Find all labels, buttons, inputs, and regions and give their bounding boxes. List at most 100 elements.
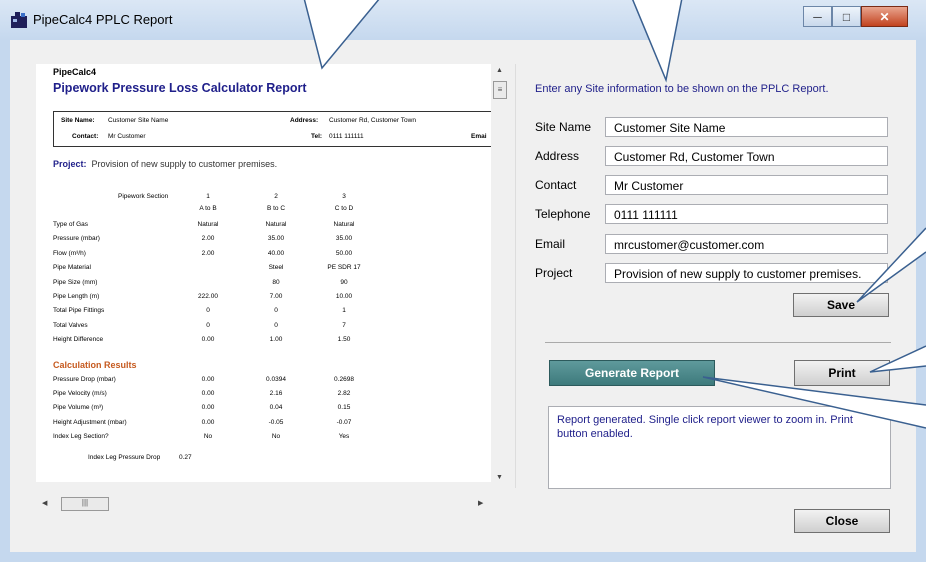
- report-index-leg-value: 0.27: [179, 454, 192, 461]
- address-field[interactable]: Customer Rd, Customer Town: [605, 146, 888, 166]
- close-window-button[interactable]: ✕: [861, 6, 908, 27]
- report-cell: 40.00: [267, 250, 285, 257]
- report-project: Project: Provision of new supply to cust…: [53, 159, 277, 169]
- report-calc-cell: -0.07: [336, 419, 352, 426]
- panel-divider: [515, 64, 516, 488]
- report-row-label: Total Pipe Fittings: [53, 307, 105, 314]
- window-frame-right: [916, 40, 926, 562]
- report-cell: 0: [274, 322, 278, 329]
- report-cell: Steel: [268, 264, 284, 271]
- report-row-label: Pipe Size (mm): [53, 279, 98, 286]
- report-calc-cell: 2.82: [337, 390, 351, 397]
- save-button[interactable]: Save: [793, 293, 889, 317]
- report-horizontal-scrollbar[interactable]: ◀ ||| ▶: [36, 495, 491, 513]
- report-tel: 0111 111111: [329, 133, 364, 140]
- report-calc-cell: 2.16: [269, 390, 283, 397]
- report-calc-label: Index Leg Section?: [53, 433, 109, 440]
- report-email-label: Emai: [471, 133, 487, 140]
- report-address: Customer Rd, Customer Town: [329, 117, 416, 124]
- telephone-field[interactable]: 0111 111111: [605, 204, 888, 224]
- report-cell: 1: [342, 307, 346, 314]
- report-viewer[interactable]: PipeCalc4 Pipework Pressure Loss Calcula…: [36, 64, 491, 482]
- telephone-label: Telephone: [535, 207, 591, 221]
- report-cell: 90: [340, 279, 348, 286]
- report-cell: Natural: [197, 221, 219, 228]
- report-section-name: A to B: [199, 205, 217, 212]
- report-calc-cell: 0.00: [201, 390, 215, 397]
- report-cell: Natural: [333, 221, 355, 228]
- report-cell: Natural: [265, 221, 287, 228]
- generate-report-button[interactable]: Generate Report: [549, 360, 715, 386]
- window-frame-left: [0, 40, 10, 562]
- report-calc-cell: 0.15: [337, 404, 351, 411]
- report-calc-cell: No: [203, 433, 213, 440]
- report-cell: 7.00: [269, 293, 283, 300]
- project-field[interactable]: Provision of new supply to customer prem…: [605, 263, 888, 283]
- report-index-leg-label: Index Leg Pressure Drop: [88, 454, 161, 461]
- report-calc-cell: 0.00: [201, 376, 215, 383]
- report-address-label: Address:: [290, 117, 319, 124]
- report-calc-label: Height Adjustment (mbar): [53, 419, 127, 426]
- report-row-label: Total Valves: [53, 322, 88, 329]
- close-icon: ✕: [879, 9, 890, 24]
- report-section-name: B to C: [266, 205, 286, 212]
- report-section-header: Pipework Section: [118, 193, 169, 200]
- report-row-label: Pressure (mbar): [53, 235, 100, 242]
- report-cell: 35.00: [335, 235, 353, 242]
- report-section-number: 2: [274, 193, 278, 200]
- report-calc-cell: 0.0394: [266, 376, 286, 383]
- report-calc-header: Calculation Results: [53, 360, 137, 370]
- site-name-field[interactable]: Customer Site Name: [605, 117, 888, 137]
- report-calc-cell: -0.05: [268, 419, 284, 426]
- report-section-name: C to D: [334, 205, 354, 212]
- report-calc-label: Pressure Drop (mbar): [53, 376, 116, 383]
- report-cell: 35.00: [267, 235, 285, 242]
- vertical-scroll-thumb[interactable]: ≡: [493, 81, 507, 99]
- scroll-down-icon[interactable]: ▼: [496, 474, 503, 481]
- report-contact-label: Contact:: [72, 133, 99, 140]
- minimize-button[interactable]: ─: [803, 6, 832, 27]
- report-row-label: Pipe Material: [53, 264, 91, 271]
- title-bar: PipeCalc4 PPLC Report ─ □ ✕: [0, 0, 926, 40]
- report-title: Pipework Pressure Loss Calculator Report: [53, 81, 307, 95]
- minimize-icon: ─: [813, 9, 822, 24]
- report-cell: 7: [342, 322, 346, 329]
- report-calc-cell: 0.2698: [334, 376, 354, 383]
- section-separator: [545, 342, 891, 343]
- report-calc-cell: No: [271, 433, 281, 440]
- report-cell: 80: [272, 279, 280, 286]
- report-project-text: Provision of new supply to customer prem…: [91, 159, 278, 169]
- close-button[interactable]: Close: [794, 509, 890, 533]
- report-row-label: Pipe Length (m): [53, 293, 100, 300]
- report-section-number: 3: [342, 193, 346, 200]
- maximize-button[interactable]: □: [832, 6, 861, 27]
- print-button[interactable]: Print: [794, 360, 890, 386]
- report-calc-cell: Yes: [338, 433, 350, 440]
- report-calc-cell: 0.00: [201, 419, 215, 426]
- report-row-label: Flow (m³/h): [53, 250, 86, 257]
- horizontal-scroll-thumb[interactable]: |||: [61, 497, 109, 511]
- report-vertical-scrollbar[interactable]: ▲ ≡ ▼: [491, 64, 509, 484]
- report-calc-cell: 0.00: [201, 404, 215, 411]
- report-cell: 1.50: [337, 336, 351, 343]
- site-name-label: Site Name: [535, 120, 592, 134]
- report-cell: 2.00: [201, 235, 215, 242]
- report-row-label: Height Difference: [53, 336, 104, 343]
- address-label: Address: [535, 149, 580, 163]
- report-contact: Mr Customer: [108, 133, 146, 140]
- contact-label: Contact: [535, 178, 577, 192]
- scroll-up-icon[interactable]: ▲: [496, 67, 503, 74]
- status-message: Report generated. Single click report vi…: [548, 406, 891, 489]
- scroll-left-icon[interactable]: ◀: [42, 499, 47, 507]
- window-title: PipeCalc4 PPLC Report: [33, 12, 173, 27]
- report-tel-label: Tel:: [311, 133, 323, 140]
- contact-field[interactable]: Mr Customer: [605, 175, 888, 195]
- email-field[interactable]: mrcustomer@customer.com: [605, 234, 888, 254]
- site-info-instructions: Enter any Site information to be shown o…: [535, 83, 829, 95]
- report-cell: PE SDR 17: [327, 264, 361, 271]
- maximize-icon: □: [842, 9, 851, 24]
- scroll-right-icon[interactable]: ▶: [478, 499, 483, 507]
- report-cell: 0: [206, 307, 210, 314]
- report-cell: 10.00: [335, 293, 353, 300]
- report-project-label: Project:: [53, 159, 87, 169]
